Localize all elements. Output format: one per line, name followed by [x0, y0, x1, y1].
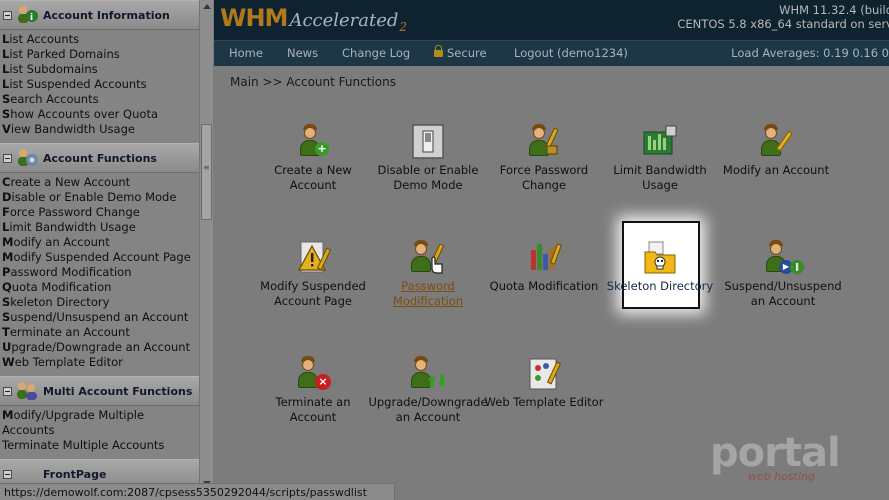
sidebar-link-demo-mode[interactable]: Disable or Enable Demo Mode — [2, 190, 199, 205]
tile-terminate-account[interactable]: × Terminate an Account — [252, 356, 374, 425]
multi-account-icon — [15, 380, 39, 402]
tile-demo-mode[interactable]: Disable or Enable Demo Mode — [367, 124, 489, 193]
collapse-icon[interactable] — [3, 386, 12, 396]
sidebar-link-view-bandwidth-usage[interactable]: View Bandwidth Usage — [2, 122, 199, 137]
header: WHM Accelerated 2 WHM 11.32.4 (build CEN… — [214, 0, 889, 40]
sidebar-link-modify-suspended-page[interactable]: Modify Suspended Account Page — [2, 250, 199, 265]
scroll-up-icon[interactable] — [203, 4, 211, 9]
bandwidth-icon — [642, 124, 678, 160]
upgrade-downgrade-icon — [410, 356, 446, 392]
account-info-icon: i — [15, 4, 39, 26]
tile-limit-bandwidth[interactable]: Limit Bandwidth Usage — [599, 124, 721, 193]
tile-quota-modification[interactable]: Quota Modification — [483, 240, 605, 294]
sidebar-link-modify-upgrade-multiple-cont[interactable]: Accounts — [2, 423, 199, 438]
sidebar-link-quota-modification[interactable]: Quota Modification — [2, 280, 199, 295]
password-modification-icon — [410, 240, 446, 276]
section-title: Account Functions — [43, 151, 157, 165]
nav-home[interactable]: Home — [229, 46, 263, 60]
nav-logout[interactable]: Logout (demo1234) — [514, 46, 628, 60]
modify-account-icon — [758, 124, 794, 160]
skeleton-folder-icon — [642, 240, 678, 276]
tile-skeleton-directory[interactable]: Skeleton Directory — [599, 240, 721, 294]
sidebar-link-terminate-multiple[interactable]: Terminate Multiple Accounts — [2, 438, 199, 453]
collapse-icon[interactable] — [3, 10, 12, 20]
load-averages: Load Averages: 0.19 0.16 0 — [731, 46, 889, 60]
tile-suspend-unsuspend[interactable]: ▶ ‖ Suspend/Unsuspend an Account — [722, 240, 844, 309]
account-information-list: List Accounts List Parked Domains List S… — [0, 30, 199, 143]
scroll-thumb[interactable] — [201, 124, 212, 220]
create-account-icon: + — [295, 124, 331, 160]
multi-account-functions-list: Modify/Upgrade Multiple Accounts Termina… — [0, 406, 199, 459]
quota-icon — [526, 240, 562, 276]
sidebar: i Account Information List Accounts List… — [0, 0, 213, 500]
tile-modify-suspended-page[interactable]: Modify Suspended Account Page — [252, 240, 374, 309]
sidebar-link-password-modification[interactable]: Password Modification — [2, 265, 199, 280]
force-password-icon — [526, 124, 562, 160]
frontpage-icon — [15, 463, 39, 485]
whm-logo[interactable]: WHM Accelerated 2 — [220, 4, 407, 34]
tile-modify-account[interactable]: Modify an Account — [715, 124, 837, 178]
section-title: FrontPage — [43, 467, 107, 481]
nav-news[interactable]: News — [287, 46, 318, 60]
sidebar-link-skeleton-directory[interactable]: Skeleton Directory — [2, 295, 199, 310]
sidebar-link-list-subdomains[interactable]: List Subdomains — [2, 62, 199, 77]
status-bar-url: https://demowolf.com:2087/cpsess53502920… — [0, 483, 395, 500]
sidebar-link-suspend-unsuspend[interactable]: Suspend/Unsuspend an Account — [2, 310, 199, 325]
top-nav: Home News Change Log Secure Logout (demo… — [214, 40, 889, 66]
terminate-account-icon: × — [295, 356, 331, 392]
version-info: WHM 11.32.4 (build CENTOS 5.8 x86_64 sta… — [677, 3, 889, 31]
sidebar-link-list-accounts[interactable]: List Accounts — [2, 32, 199, 47]
tile-create-account[interactable]: + Create a New Account — [252, 124, 374, 193]
portal-watermark-logo: portal web hosting — [710, 430, 841, 483]
switch-icon — [410, 124, 446, 160]
svg-text:i: i — [30, 13, 33, 23]
sidebar-content: i Account Information List Accounts List… — [0, 0, 199, 500]
tile-password-modification[interactable]: Password Modification — [367, 240, 489, 309]
sidebar-link-search-accounts[interactable]: Search Accounts — [2, 92, 199, 107]
sidebar-scrollbar[interactable] — [199, 0, 213, 500]
account-functions-icon — [15, 147, 39, 169]
sidebar-link-upgrade-downgrade[interactable]: Upgrade/Downgrade an Account — [2, 340, 199, 355]
sidebar-link-create-account[interactable]: Create a New Account — [2, 175, 199, 190]
nav-change-log[interactable]: Change Log — [342, 46, 410, 60]
tile-upgrade-downgrade[interactable]: Upgrade/Downgrade an Account — [367, 356, 489, 425]
lock-icon — [434, 45, 443, 57]
section-header-account-functions[interactable]: Account Functions — [0, 143, 199, 173]
suspend-account-icon: ▶ ‖ — [765, 240, 804, 276]
nav-secure[interactable]: Secure — [434, 45, 487, 60]
template-editor-icon — [526, 356, 562, 392]
tile-web-template-editor[interactable]: Web Template Editor — [483, 356, 605, 410]
breadcrumb: Main >> Account Functions — [230, 75, 396, 89]
sidebar-link-show-accounts-over-quota[interactable]: Show Accounts over Quota — [2, 107, 199, 122]
sidebar-link-web-template-editor[interactable]: Web Template Editor — [2, 355, 199, 370]
sidebar-link-modify-account[interactable]: Modify an Account — [2, 235, 199, 250]
collapse-icon[interactable] — [3, 153, 12, 163]
tile-force-password-change[interactable]: Force Password Change — [483, 124, 605, 193]
sidebar-link-list-suspended-accounts[interactable]: List Suspended Accounts — [2, 77, 199, 92]
sidebar-link-force-password-change[interactable]: Force Password Change — [2, 205, 199, 220]
account-functions-list: Create a New Account Disable or Enable D… — [0, 173, 199, 376]
sidebar-link-limit-bandwidth[interactable]: Limit Bandwidth Usage — [2, 220, 199, 235]
section-title: Account Information — [43, 8, 170, 22]
sidebar-link-list-parked-domains[interactable]: List Parked Domains — [2, 47, 199, 62]
section-title: Multi Account Functions — [43, 384, 193, 398]
section-header-account-information[interactable]: i Account Information — [0, 0, 199, 30]
sidebar-link-modify-upgrade-multiple[interactable]: Modify/Upgrade Multiple — [2, 408, 199, 423]
section-header-multi-account-functions[interactable]: Multi Account Functions — [0, 376, 199, 406]
warning-icon — [295, 240, 332, 276]
collapse-icon[interactable] — [3, 469, 12, 479]
sidebar-link-terminate-account[interactable]: Terminate an Account — [2, 325, 199, 340]
